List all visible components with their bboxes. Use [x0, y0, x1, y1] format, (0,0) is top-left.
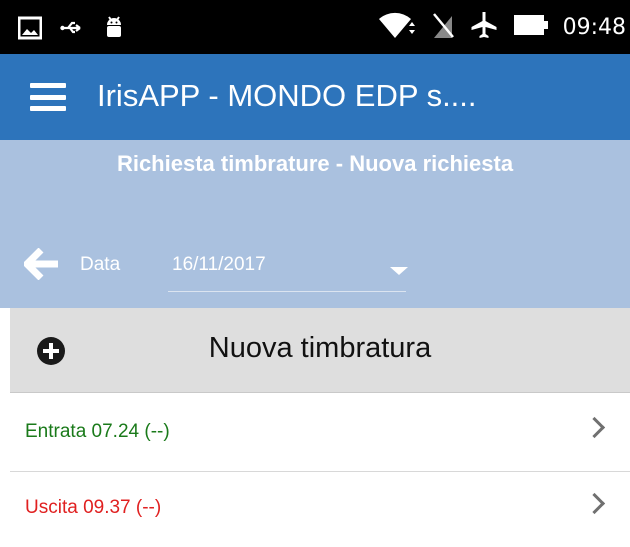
android-icon	[102, 14, 126, 47]
image-icon	[17, 16, 43, 45]
new-stamp-button[interactable]: Nuova timbratura	[10, 308, 630, 393]
no-sim-icon	[431, 10, 455, 45]
list-item[interactable]: Uscita 09.37 (--)	[0, 472, 630, 547]
date-bar: Data 16/11/2017	[0, 220, 630, 308]
clock: 09:48	[562, 15, 626, 40]
chevron-right-icon	[583, 492, 606, 515]
new-stamp-label: Nuova timbratura	[208, 332, 432, 364]
date-value: 16/11/2017	[172, 254, 266, 275]
status-bar: 09:48	[0, 0, 630, 54]
entry-label: Entrata 07.24 (--)	[25, 421, 170, 442]
app-bar: IrisAPP - MONDO EDP s....	[0, 54, 630, 140]
hamburger-menu-icon[interactable]	[30, 83, 66, 111]
app-title: IrisAPP - MONDO EDP s....	[97, 78, 477, 113]
wifi-icon	[377, 10, 417, 45]
date-label: Data	[80, 254, 121, 275]
date-dropdown[interactable]: 16/11/2017	[168, 248, 408, 292]
list-item[interactable]: Entrata 07.24 (--)	[0, 396, 630, 471]
section-header: Richiesta timbrature - Nuova richiesta	[0, 140, 630, 220]
airplane-icon	[469, 10, 499, 45]
chevron-down-icon	[390, 267, 408, 275]
page-title: Richiesta timbrature - Nuova richiesta	[116, 151, 514, 176]
chevron-right-icon	[583, 416, 606, 439]
back-arrow-icon[interactable]	[22, 247, 60, 285]
exit-label: Uscita 09.37 (--)	[25, 497, 162, 518]
usb-icon	[60, 16, 84, 45]
battery-icon	[513, 14, 549, 41]
